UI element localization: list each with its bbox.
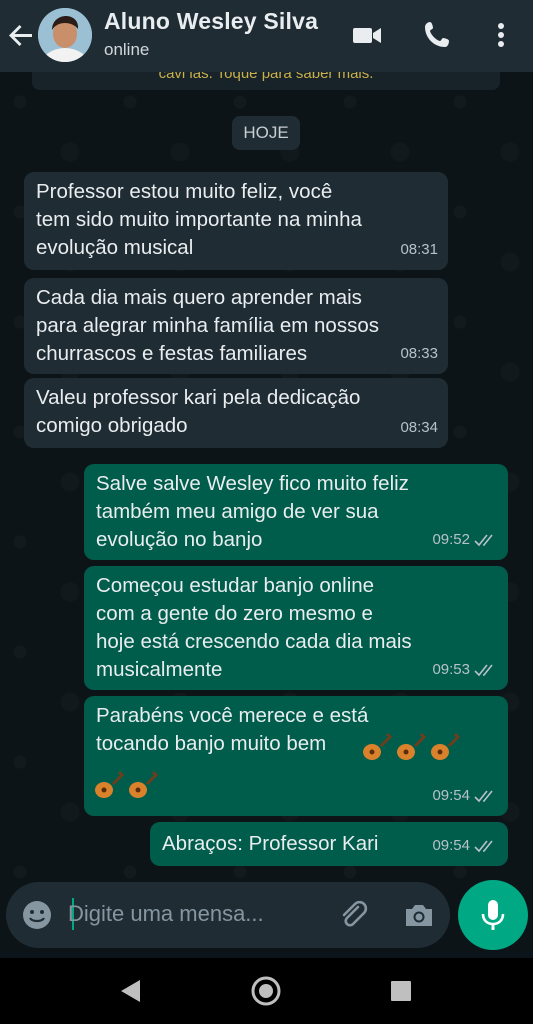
- phone-icon[interactable]: [420, 18, 454, 52]
- mic-icon: [481, 900, 505, 930]
- message-meta: 08:34: [400, 414, 438, 442]
- camera-icon[interactable]: [402, 898, 436, 932]
- mic-button[interactable]: [458, 880, 528, 950]
- attach-icon[interactable]: [336, 898, 370, 932]
- nav-back-icon[interactable]: [114, 974, 148, 1008]
- message-time: 09:54: [432, 787, 470, 804]
- read-receipt-icon: [474, 790, 493, 803]
- chat-header: Aluno Wesley Silva online: [0, 0, 533, 72]
- message-outgoing[interactable]: Começou estudar banjo online com a gente…: [84, 566, 508, 690]
- chat-area[interactable]: cavi ias. Toque para saber mais. HOJE Pr…: [0, 72, 533, 952]
- message-input[interactable]: Digite uma mensa...: [68, 901, 264, 927]
- more-options-icon[interactable]: [484, 18, 518, 52]
- guitar-emoji: [92, 768, 126, 802]
- message-incoming[interactable]: Cada dia mais quero aprender mais para a…: [24, 278, 448, 374]
- message-time: 08:31: [400, 241, 438, 258]
- message-text: Valeu professor kari pela dedicação comi…: [36, 386, 361, 437]
- message-composer[interactable]: Digite uma mensa...: [6, 882, 450, 948]
- emoji-row: [360, 730, 500, 766]
- nav-recents-icon[interactable]: [384, 974, 418, 1008]
- avatar[interactable]: [38, 8, 92, 62]
- emoji-row: [92, 768, 172, 804]
- message-incoming[interactable]: Professor estou muito feliz, você tem si…: [24, 172, 448, 270]
- message-outgoing[interactable]: Abraços: Professor Kari 09:54: [150, 822, 508, 866]
- contact-name[interactable]: Aluno Wesley Silva: [104, 8, 318, 35]
- back-arrow-icon[interactable]: [6, 20, 36, 50]
- message-text: Professor estou muito feliz, você tem si…: [36, 180, 362, 259]
- message-meta: 09:54: [432, 832, 498, 860]
- message-time: 09:53: [432, 661, 470, 678]
- message-meta: 08:31: [400, 236, 438, 264]
- message-time: 09:54: [432, 837, 470, 854]
- message-outgoing[interactable]: Parabéns você merece e está tocando banj…: [84, 696, 508, 816]
- message-meta: 08:33: [400, 340, 438, 368]
- system-navbar: [0, 958, 533, 1024]
- message-meta: 09:52: [432, 526, 498, 554]
- message-outgoing[interactable]: Salve salve Wesley fico muito feliz tamb…: [84, 464, 508, 560]
- guitar-emoji: [360, 730, 394, 764]
- message-text: Cada dia mais quero aprender mais para a…: [36, 286, 379, 365]
- message-time: 09:52: [432, 531, 470, 548]
- guitar-emoji: [126, 768, 160, 802]
- guitar-emoji: [394, 730, 428, 764]
- nav-home-icon[interactable]: [249, 974, 283, 1008]
- contact-status: online: [104, 40, 150, 59]
- message-incoming[interactable]: Valeu professor kari pela dedicação comi…: [24, 378, 448, 448]
- date-separator: HOJE: [232, 116, 300, 150]
- emoji-icon[interactable]: [20, 898, 54, 932]
- read-receipt-icon: [474, 534, 493, 547]
- video-call-icon[interactable]: [350, 18, 384, 52]
- read-receipt-icon: [474, 840, 493, 853]
- message-meta: 09:53: [432, 656, 498, 684]
- read-receipt-icon: [474, 664, 493, 677]
- guitar-emoji: [428, 730, 462, 764]
- message-time: 08:33: [400, 345, 438, 362]
- encryption-notice[interactable]: cavi ias. Toque para saber mais.: [32, 72, 500, 90]
- message-time: 08:34: [400, 419, 438, 436]
- message-meta: 09:54: [432, 782, 498, 810]
